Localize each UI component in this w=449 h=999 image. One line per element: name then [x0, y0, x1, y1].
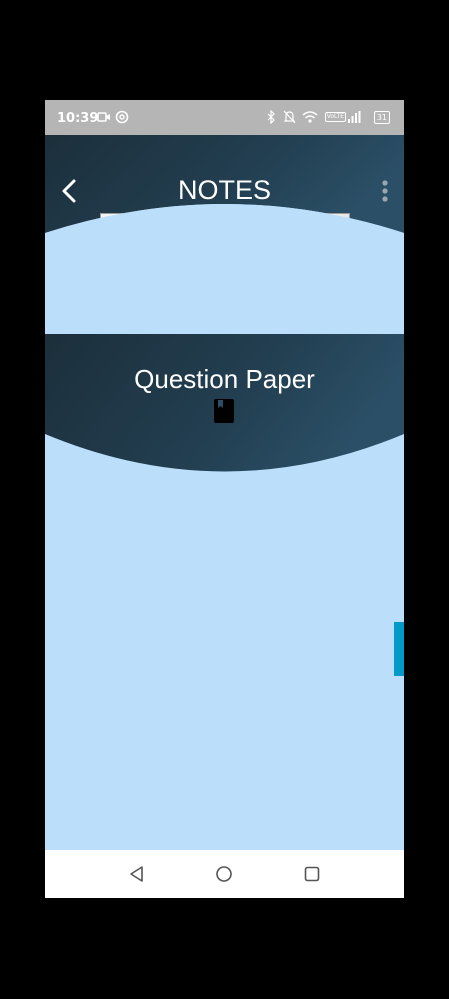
- recents-nav-icon[interactable]: [302, 864, 322, 884]
- status-bar: 10:39 VoLTE 31: [45, 100, 404, 135]
- scroll-handle[interactable]: [394, 622, 404, 676]
- syllabus-title: The Syllabus: [163, 248, 287, 270]
- home-nav-icon[interactable]: [214, 864, 234, 884]
- back-nav-icon[interactable]: [127, 864, 147, 884]
- navigation-bar: [45, 850, 404, 898]
- status-time: 10:39: [57, 111, 99, 126]
- wifi-icon: [302, 111, 318, 123]
- syllabus-card[interactable]: The Syllabus: [100, 213, 350, 285]
- battery-icon: 31: [373, 111, 390, 124]
- phone-screen: 10:39 VoLTE 31 NOTES The Syllabus Questi…: [45, 100, 404, 898]
- book-icon: [214, 399, 234, 423]
- page-title: NOTES: [177, 175, 271, 205]
- more-vert-icon[interactable]: [380, 179, 390, 205]
- question-paper-title: Question Paper: [134, 364, 315, 394]
- video-call-icon: [97, 112, 110, 122]
- mute-icon: [283, 110, 296, 124]
- question-paper-section[interactable]: Question Paper: [45, 334, 404, 474]
- header: NOTES The Syllabus: [45, 135, 404, 335]
- signal-icon: [348, 111, 361, 123]
- sync-icon: [115, 110, 129, 124]
- bluetooth-icon: [267, 110, 275, 124]
- volte-indicator: VoLTE: [324, 112, 346, 122]
